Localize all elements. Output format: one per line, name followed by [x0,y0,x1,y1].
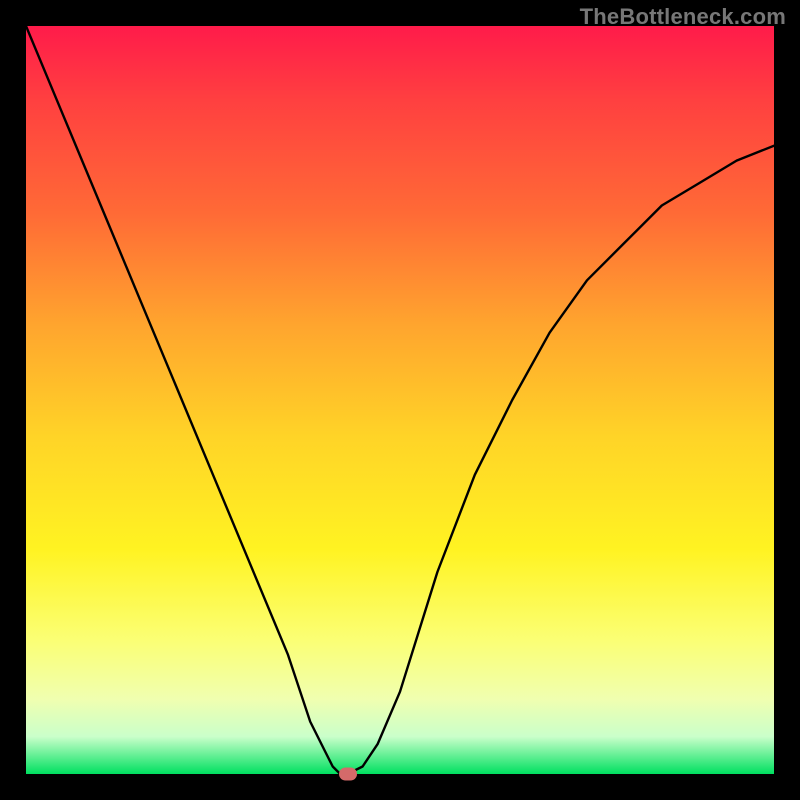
minimum-marker [339,768,357,781]
plot-area [26,26,774,774]
watermark-text: TheBottleneck.com [580,4,786,30]
bottleneck-curve [26,26,774,774]
chart-frame: TheBottleneck.com [0,0,800,800]
curve-layer [26,26,774,774]
